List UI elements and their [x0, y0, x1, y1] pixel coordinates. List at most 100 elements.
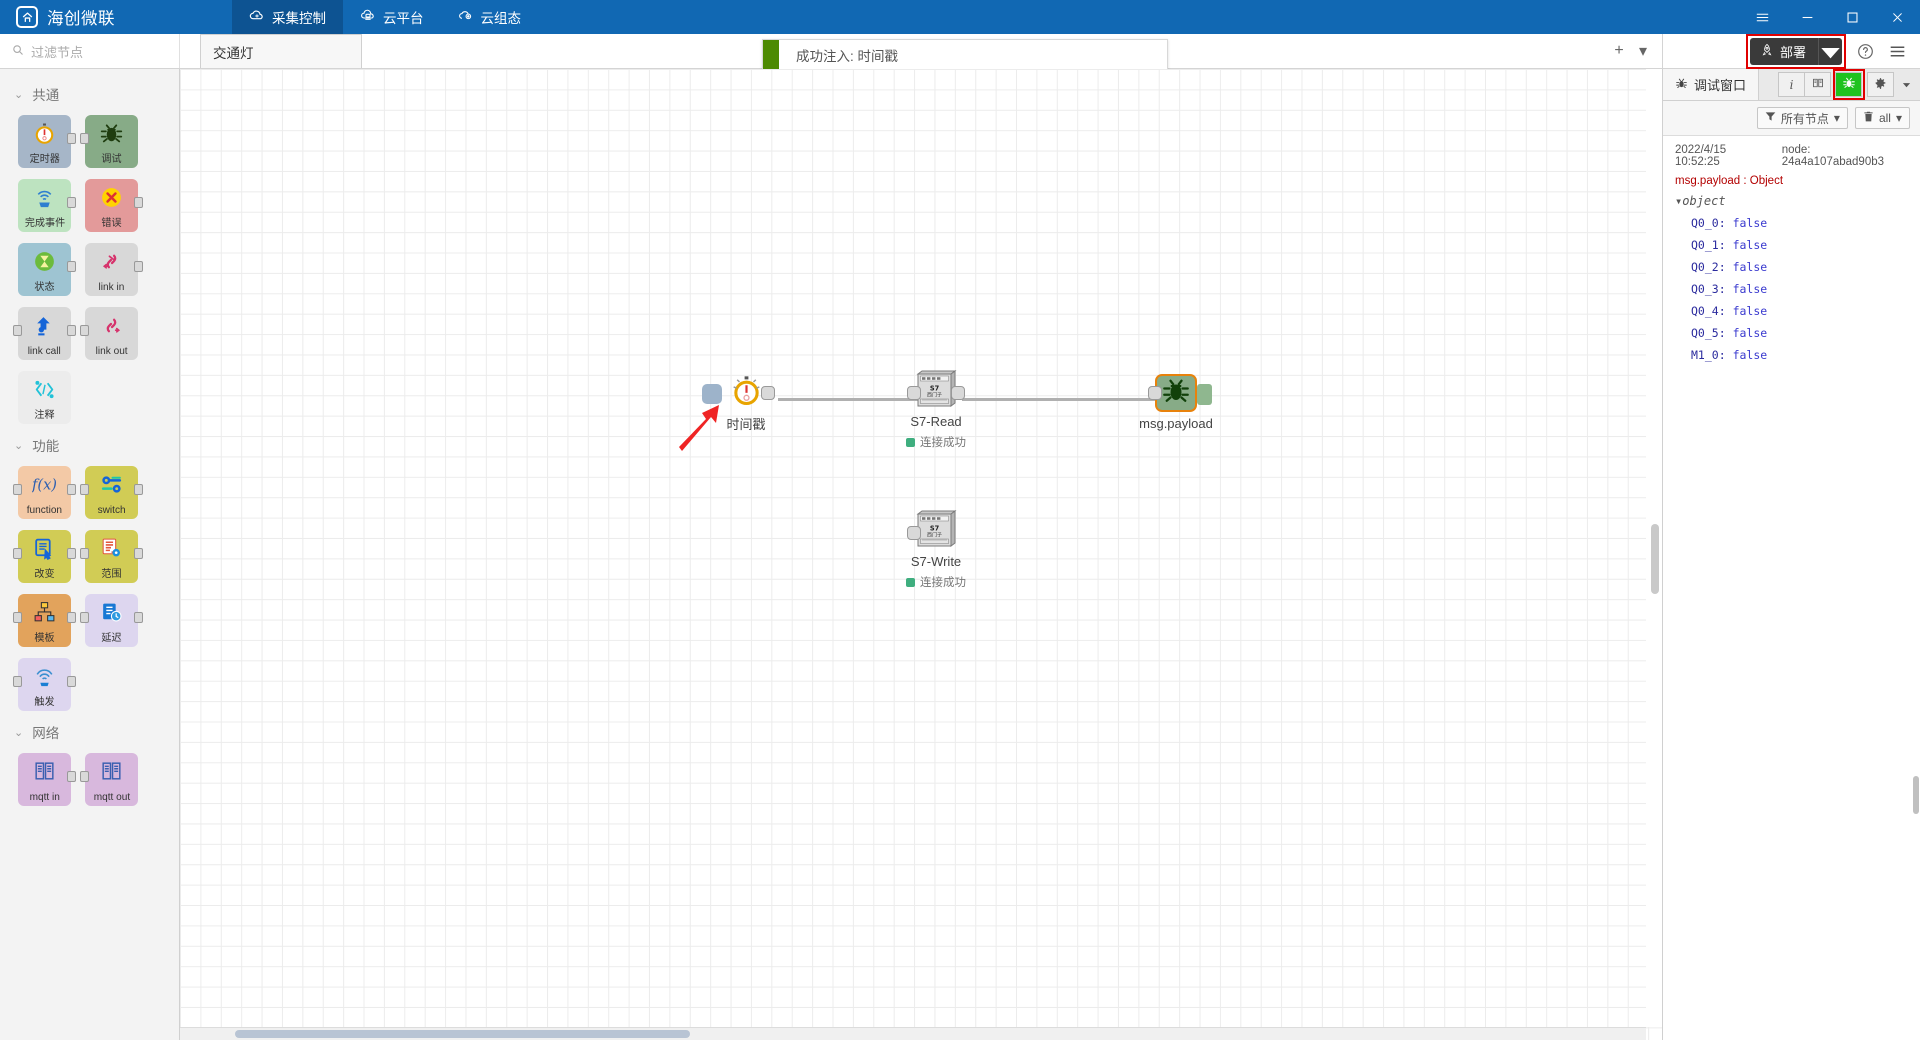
chevron-down-icon: ⌄	[14, 439, 24, 452]
palette-node-status[interactable]: 状态	[18, 243, 76, 296]
status-icon	[18, 248, 71, 275]
debug-tab-button[interactable]	[1835, 72, 1862, 97]
palette-category-network[interactable]: ⌄ 网络	[0, 713, 179, 751]
palette-node-range[interactable]: 范围	[80, 530, 143, 583]
palette-node-link-in[interactable]: link in	[85, 243, 143, 296]
more-tab-button[interactable]	[1893, 72, 1920, 97]
palette-node-trigger[interactable]: 触发	[13, 658, 76, 711]
palette-category-common-label: 共通	[32, 88, 60, 103]
canvas-vertical-scroll-thumb[interactable]	[1651, 524, 1659, 594]
palette-node-link-call[interactable]: link call	[13, 307, 76, 360]
palette-node-switch-label: switch	[97, 504, 126, 516]
svg-text:f(x): f(x)	[32, 477, 57, 494]
canvas-node-inject-output-port[interactable]	[761, 386, 775, 400]
flow-canvas-container[interactable]: 时间戳 S7 西门子 S7-Read 连接成功 msg.payload S7 西…	[180, 69, 1662, 1040]
debug-message-list[interactable]: 2022/4/15 10:52:25 node: 24a4a107abad90b…	[1663, 136, 1920, 1040]
debug-property-row: Q0_5: false	[1691, 326, 1768, 340]
add-flow-tab-button[interactable]: +	[1608, 38, 1630, 64]
svg-text:S7: S7	[930, 525, 940, 533]
palette-node-function[interactable]: f(x) function	[13, 466, 76, 519]
debug-property-key: Q0_3	[1691, 282, 1719, 296]
flow-tab-menu-button[interactable]: ▾	[1632, 38, 1654, 64]
palette-node-link-out[interactable]: link out	[80, 307, 138, 360]
close-icon[interactable]	[1875, 0, 1920, 34]
window-menu-button[interactable]	[1740, 0, 1785, 34]
canvas-node-s7-read-output-port[interactable]	[951, 386, 965, 400]
canvas-node-s7-read-input-port[interactable]	[907, 386, 921, 400]
debug-property-key: Q0_5	[1691, 326, 1719, 340]
chevron-down-icon: ⌄	[14, 726, 24, 739]
link-out-icon	[85, 312, 138, 339]
flow-tab-traffic-light[interactable]: 交通灯	[200, 34, 362, 68]
canvas-horizontal-scrollbar[interactable]	[180, 1027, 1646, 1040]
top-tab-cloud-platform[interactable]: 云平台	[343, 0, 441, 34]
top-tab-cloud-config[interactable]: 云组态	[441, 0, 539, 34]
flow-canvas[interactable]: 时间戳 S7 西门子 S7-Read 连接成功 msg.payload S7 西…	[180, 69, 1662, 1040]
palette-node-error[interactable]: 错误	[85, 179, 143, 232]
palette-node-link-in-label: link in	[98, 281, 125, 293]
canvas-node-s7-read[interactable]: S7 西门子 S7-Read 连接成功	[906, 370, 966, 449]
debug-entry-root-label: object	[1682, 194, 1726, 208]
canvas-node-debug[interactable]: msg.payload	[1139, 374, 1213, 431]
svg-text:S7: S7	[930, 385, 940, 393]
filter-nodes-input[interactable]: 过滤节点	[0, 34, 180, 68]
config-tab-button[interactable]	[1867, 72, 1894, 97]
hamburger-menu-icon[interactable]	[1884, 38, 1910, 64]
palette-category-function[interactable]: ⌄ 功能	[0, 426, 179, 464]
palette-node-template[interactable]: 模板	[13, 594, 76, 647]
debug-property-value: false	[1732, 282, 1768, 296]
complete-icon	[18, 184, 71, 211]
palette-node-mqtt-in[interactable]: mqtt in	[18, 753, 76, 806]
deploy-dropdown-caret[interactable]	[1818, 37, 1842, 65]
debug-node-filter-button[interactable]: 所有节点 ▾	[1756, 107, 1848, 129]
debug-message-entry[interactable]: 2022/4/15 10:52:25 node: 24a4a107abad90b…	[1663, 136, 1920, 366]
deploy-button-main[interactable]: 部署	[1750, 38, 1818, 65]
palette-node-timer[interactable]: 定时器	[18, 115, 76, 168]
node-palette[interactable]: ⌄ 共通 定时器 调试 完成事件 错误 状态 link in link call…	[0, 69, 180, 1040]
debug-entry-node-id[interactable]: node: 24a4a107abad90b3	[1782, 144, 1910, 168]
bug-icon	[85, 120, 138, 147]
canvas-node-s7-write-input-port[interactable]	[907, 526, 921, 540]
debug-scrollbar[interactable]	[1912, 136, 1920, 1040]
help-tab-button[interactable]	[1804, 72, 1831, 97]
deploy-button[interactable]: 部署	[1749, 37, 1842, 65]
info-tab-button[interactable]: i	[1778, 72, 1805, 97]
palette-node-delay[interactable]: 延迟	[80, 594, 143, 647]
timer-icon	[18, 120, 71, 147]
function-icon: f(x)	[18, 471, 71, 498]
debug-property-value: false	[1732, 348, 1768, 362]
canvas-node-debug-body[interactable]	[1148, 374, 1212, 412]
canvas-horizontal-scroll-thumb[interactable]	[235, 1030, 690, 1038]
search-icon	[12, 44, 24, 59]
palette-category-common[interactable]: ⌄ 共通	[0, 75, 179, 113]
palette-node-mqtt-in-label: mqtt in	[29, 791, 60, 803]
delay-icon	[85, 599, 138, 626]
maximize-icon[interactable]	[1830, 0, 1875, 34]
canvas-node-debug-input-port[interactable]	[1148, 386, 1162, 400]
top-tab-cloud-platform-label: 云平台	[383, 11, 424, 26]
palette-node-change[interactable]: 改变	[13, 530, 76, 583]
debug-entry-object-root[interactable]: ▾object	[1675, 194, 1910, 208]
debug-scroll-thumb[interactable]	[1913, 776, 1919, 814]
palette-node-switch[interactable]: switch	[80, 466, 143, 519]
palette-node-mqtt-out[interactable]: mqtt out	[80, 753, 138, 806]
debug-clear-button[interactable]: all ▾	[1854, 107, 1910, 129]
red-arrow-annotation	[678, 399, 738, 454]
palette-node-range-label: 范围	[101, 568, 122, 580]
palette-node-comment[interactable]: 注释	[18, 371, 71, 424]
canvas-node-s7-read-body[interactable]: S7 西门子	[907, 370, 965, 411]
palette-node-delay-label: 延迟	[101, 632, 122, 644]
palette-node-debug[interactable]: 调试	[80, 115, 138, 168]
palette-node-complete[interactable]: 完成事件	[18, 179, 76, 232]
debug-property-row: Q0_3: false	[1691, 282, 1768, 296]
debug-panel-title-label: 调试窗口	[1694, 78, 1747, 93]
canvas-node-s7-write[interactable]: S7 西门子 S7-Write 连接成功	[906, 510, 966, 589]
minimize-icon[interactable]	[1785, 0, 1830, 34]
canvas-node-debug-toggle-button[interactable]	[1197, 384, 1212, 405]
canvas-node-s7-write-body[interactable]: S7 西门子	[907, 510, 957, 551]
link-call-icon	[18, 312, 71, 339]
palette-node-debug-label: 调试	[101, 153, 122, 165]
top-tab-collect-control[interactable]: 采集控制	[232, 0, 343, 34]
help-circle-icon[interactable]	[1852, 38, 1878, 64]
canvas-vertical-scrollbar[interactable]	[1646, 69, 1662, 1027]
